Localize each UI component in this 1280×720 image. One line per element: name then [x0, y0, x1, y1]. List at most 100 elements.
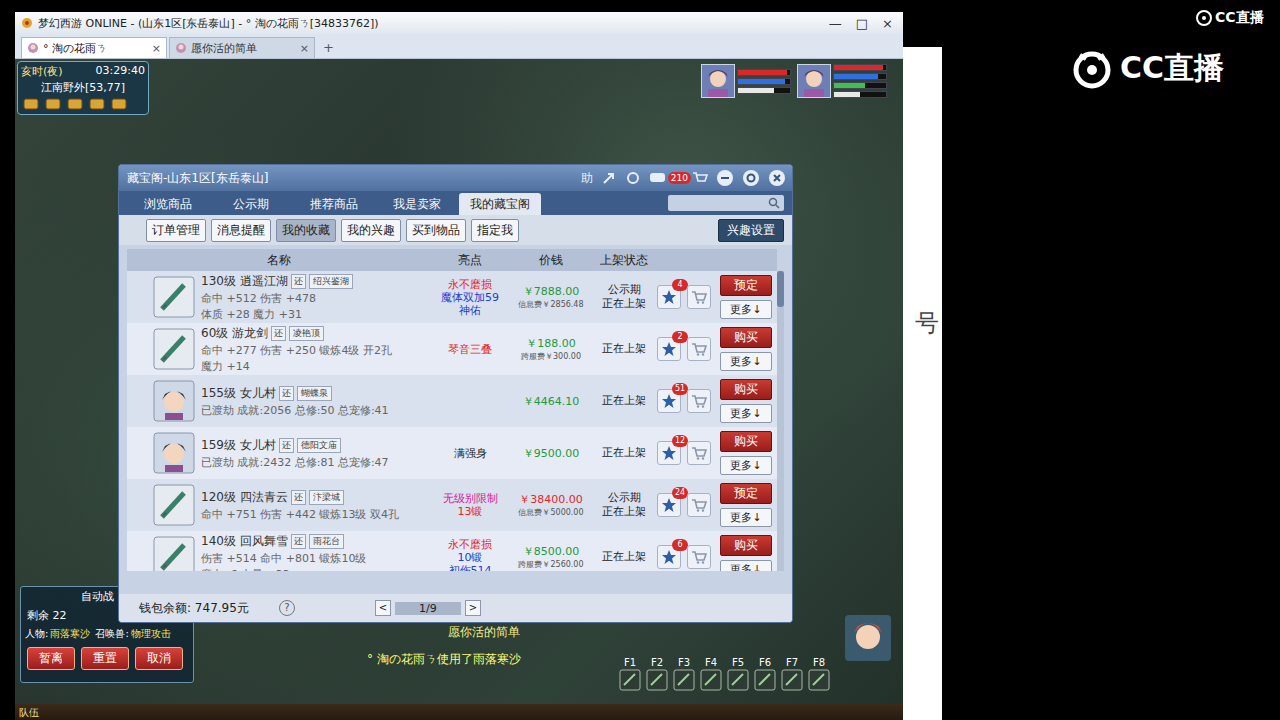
favorite-button[interactable]: 6 [657, 545, 681, 569]
window-control[interactable]: □ [856, 16, 868, 31]
hotkey-slot[interactable]: F1 [619, 657, 641, 691]
treasure-tab[interactable]: 我的藏宝阁 [459, 193, 541, 215]
table-header: 名称亮点价钱上架状态 [127, 249, 777, 271]
table-row[interactable]: 159级 女儿村还德阳文庙已渡劫 成就:2432 总修:81 总宠修:47满强身… [127, 427, 777, 479]
favorite-button[interactable]: 2 [657, 337, 681, 361]
listing-status: 公示期 [593, 491, 655, 505]
more-button[interactable]: 更多↓ [720, 456, 772, 475]
more-button[interactable]: 更多↓ [720, 300, 772, 319]
treasure-tab[interactable]: 浏览商品 [127, 193, 209, 215]
buy-button[interactable]: 购买 [720, 379, 772, 400]
menu-icon[interactable] [89, 98, 105, 110]
add-to-cart-button[interactable] [687, 389, 711, 413]
footer: 钱包余额: 747.95元?<1/9> [119, 594, 792, 622]
window-control[interactable]: — [829, 16, 842, 31]
hotkey-slot[interactable]: F4 [700, 657, 722, 691]
favorite-button[interactable]: 24 [657, 493, 681, 517]
bargain-tag: 还 [279, 438, 294, 453]
table-row[interactable]: 60级 游龙剑还凌艳顶命中 +277 伤害 +250 锻炼4级 开2孔魔力 +1… [127, 323, 777, 375]
sub-tab[interactable]: 买到物品 [406, 219, 466, 242]
table-row[interactable]: 140级 回风舞雪还雨花台伤害 +514 命中 +801 锻炼10级魔力 -6 … [127, 531, 777, 571]
hotkey-slot[interactable]: F8 [808, 657, 830, 691]
buy-button[interactable]: 购买 [720, 535, 772, 556]
message-button[interactable]: 210 [649, 171, 708, 185]
menu-icon[interactable] [67, 98, 83, 110]
prev-page[interactable]: < [375, 600, 391, 616]
price: ￥9500.00 [509, 446, 593, 461]
tab[interactable]: 愿你活的简单× [169, 37, 315, 58]
hotkey-slot[interactable]: F6 [754, 657, 776, 691]
table-row[interactable]: 155级 女儿村还蝴蝶泉已渡劫 成就:2056 总修:50 总宠修:41￥446… [127, 375, 777, 427]
more-button[interactable]: 更多↓ [720, 560, 772, 571]
tab[interactable]: ° 淘の花雨ㄋ× [21, 37, 167, 58]
more-button[interactable]: 更多↓ [720, 352, 772, 371]
favorite-button[interactable]: 51 [657, 389, 681, 413]
sub-tab[interactable]: 订单管理 [146, 219, 206, 242]
treasure-tab[interactable]: 推荐商品 [293, 193, 375, 215]
settings-icon[interactable] [625, 170, 641, 186]
close-icon[interactable] [768, 169, 786, 187]
sub-tab[interactable]: 消息提醒 [211, 219, 271, 242]
tab-close[interactable]: × [300, 42, 309, 55]
table-row[interactable]: 120级 四法青云还汴梁城命中 +751 伤害 +442 锻炼13级 双4孔无级… [127, 479, 777, 531]
equipment-icon [153, 536, 195, 571]
skill-icon [754, 669, 776, 691]
hotkey-slot[interactable]: F5 [727, 657, 749, 691]
battle-button[interactable]: 取消 [135, 647, 183, 670]
add-to-cart-button[interactable] [687, 545, 711, 569]
help-icon[interactable]: ? [279, 600, 295, 616]
party-member[interactable] [701, 64, 791, 98]
buy-button[interactable]: 购买 [720, 431, 772, 452]
party-member[interactable] [797, 64, 887, 98]
tab-close[interactable]: × [152, 42, 161, 55]
add-to-cart-button[interactable] [687, 285, 711, 309]
interest-settings-button[interactable]: 兴趣设置 [718, 219, 784, 242]
scrollbar[interactable] [777, 271, 784, 571]
buy-button[interactable]: 预定 [720, 275, 772, 296]
hotkey-slot[interactable]: F2 [646, 657, 668, 691]
hotkey-slot[interactable]: F7 [781, 657, 803, 691]
sub-tab[interactable]: 我的兴趣 [341, 219, 401, 242]
team-button[interactable]: 队伍 [19, 706, 39, 720]
star-icon [661, 445, 677, 461]
add-to-cart-button[interactable] [687, 337, 711, 361]
buy-button[interactable]: 预定 [720, 483, 772, 504]
search-field[interactable] [668, 195, 784, 211]
buy-button[interactable]: 购买 [720, 327, 772, 348]
minimize-icon[interactable] [716, 169, 734, 187]
player-portrait-icon[interactable] [845, 615, 891, 661]
battle-button[interactable]: 重置 [81, 647, 129, 670]
menu-icon[interactable] [111, 98, 127, 110]
sub-tab[interactable]: 我的收藏 [276, 219, 336, 242]
server-tag: 绍兴鉴湖 [309, 274, 353, 289]
window-control[interactable]: × [882, 16, 893, 31]
sub-tab[interactable]: 指定我 [471, 219, 519, 242]
table-row[interactable]: 130级 逍遥江湖还绍兴鉴湖命中 +512 伤害 +478体质 +28 魔力 +… [127, 271, 777, 323]
favorite-count: 51 [672, 383, 688, 395]
add-to-cart-button[interactable] [687, 493, 711, 517]
favorite-button[interactable]: 4 [657, 285, 681, 309]
hotkey-slot[interactable]: F3 [673, 657, 695, 691]
game-time: 亥时(夜) [21, 64, 63, 79]
cart-icon [691, 342, 707, 356]
treasure-tab[interactable]: 公示期 [210, 193, 292, 215]
favorite-button[interactable]: 12 [657, 441, 681, 465]
item-name: 159级 女儿村 [201, 437, 276, 454]
listing-status: 正在上架 [593, 550, 655, 564]
new-tab-button[interactable]: + [317, 40, 340, 58]
highlight: 永不磨损 [431, 278, 509, 291]
battle-button[interactable]: 暂离 [27, 647, 75, 670]
treasure-tab[interactable]: 我是卖家 [376, 193, 458, 215]
menu-icon[interactable] [23, 98, 39, 110]
hotkey-bar: F1F2F3F4F5F6F7F8 [619, 657, 830, 691]
gear-icon[interactable] [742, 169, 760, 187]
more-button[interactable]: 更多↓ [720, 508, 772, 527]
game-scene[interactable]: 亥时(夜)03:29:40江南野外[53,77]自动战剩余 22人物:雨落寒沙召… [15, 59, 903, 720]
share-icon[interactable] [601, 170, 617, 186]
next-page[interactable]: > [465, 600, 481, 616]
add-to-cart-button[interactable] [687, 441, 711, 465]
more-button[interactable]: 更多↓ [720, 404, 772, 423]
help-button[interactable]: 助 [581, 170, 593, 187]
item-name: 60级 游龙剑 [201, 325, 268, 342]
menu-icon[interactable] [45, 98, 61, 110]
